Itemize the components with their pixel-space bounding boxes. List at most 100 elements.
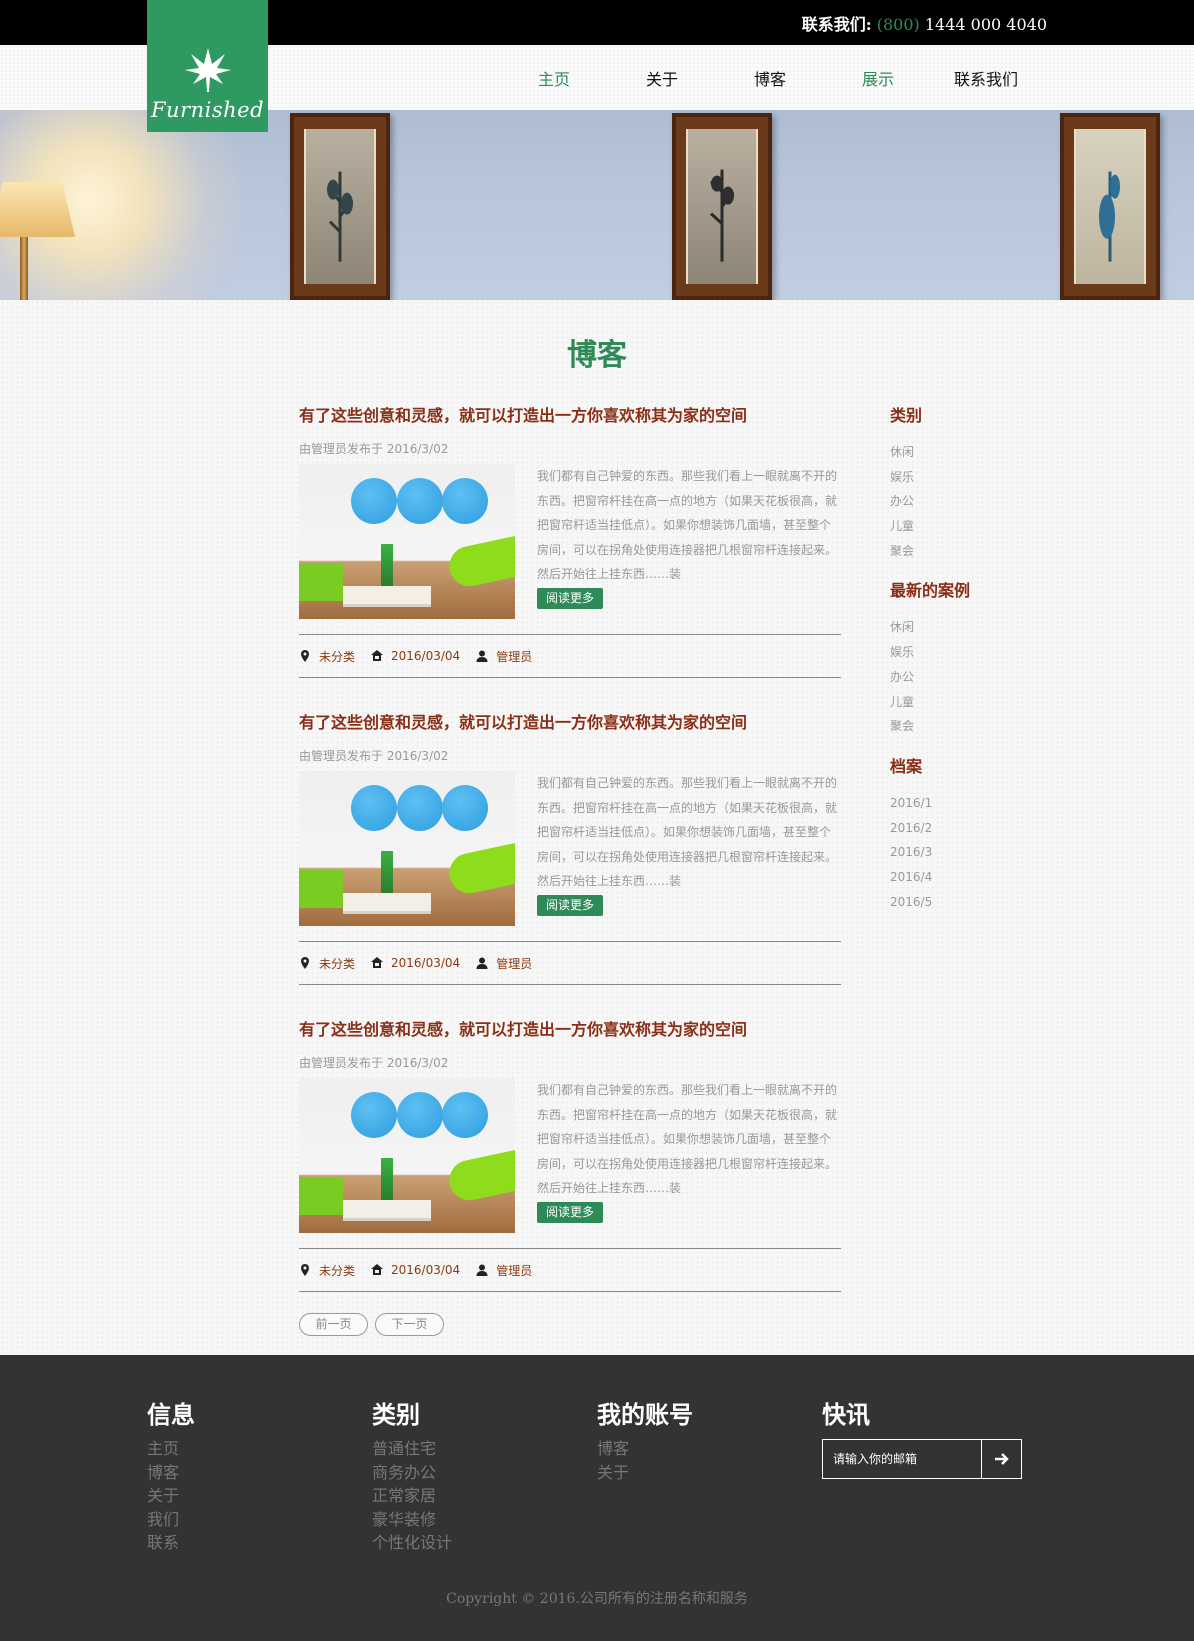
nav-home[interactable]: 主页 bbox=[500, 66, 608, 90]
meta-author[interactable]: 管理员 bbox=[476, 648, 532, 665]
sidebar-archive-title: 档案 bbox=[890, 756, 923, 776]
blog-post: 有了这些创意和灵感，就可以打造出一方你喜欢称其为家的空间 由管理员发布于 201… bbox=[299, 398, 841, 705]
meta-category[interactable]: 未分类 bbox=[299, 1262, 355, 1279]
nav-about[interactable]: 关于 bbox=[608, 66, 716, 90]
sidebar-category-item[interactable]: 聚会 bbox=[890, 539, 1090, 564]
footer: 信息 主页 博客 关于 我们 联系 类别 普通住宅 商务办公 正常家居 豪华装修… bbox=[0, 1355, 1194, 1641]
sidebar-latest-item[interactable]: 聚会 bbox=[890, 714, 1090, 739]
home-icon bbox=[371, 1264, 384, 1275]
meta-author[interactable]: 管理员 bbox=[476, 955, 532, 972]
post-meta: 未分类 2016/03/04 管理员 bbox=[299, 634, 841, 678]
footer-link[interactable]: 关于 bbox=[147, 1484, 195, 1508]
picture-frame bbox=[1060, 113, 1160, 300]
footer-account-column: 我的账号 博客 关于 bbox=[597, 1395, 693, 1484]
read-more-button[interactable]: 阅读更多 bbox=[537, 895, 604, 916]
read-more-button[interactable]: 阅读更多 bbox=[537, 588, 604, 609]
meta-category-label: 未分类 bbox=[319, 956, 356, 971]
sidebar-archive-item[interactable]: 2016/1 bbox=[890, 791, 1090, 816]
post-body: 我们都有自己钟爱的东西。那些我们看上一眼就离不开的东西。把窗帘杆挂在高一点的地方… bbox=[299, 771, 841, 939]
nav-blog[interactable]: 博客 bbox=[716, 66, 824, 90]
read-more-button[interactable]: 阅读更多 bbox=[537, 1202, 604, 1223]
plant-art bbox=[1099, 171, 1120, 262]
meta-author[interactable]: 管理员 bbox=[476, 1262, 532, 1279]
banner-image bbox=[0, 110, 1194, 300]
contact-number: 1444 000 4040 bbox=[924, 15, 1047, 34]
meta-author-label: 管理员 bbox=[496, 956, 533, 971]
map-pin-icon bbox=[301, 957, 309, 969]
meta-category-label: 未分类 bbox=[319, 649, 356, 664]
meta-category[interactable]: 未分类 bbox=[299, 955, 355, 972]
sidebar-archive-item[interactable]: 2016/4 bbox=[890, 865, 1090, 890]
subscribe-button[interactable] bbox=[981, 1440, 1021, 1478]
post-title[interactable]: 有了这些创意和灵感，就可以打造出一方你喜欢称其为家的空间 bbox=[299, 1012, 841, 1048]
footer-link[interactable]: 豪华装修 bbox=[372, 1508, 452, 1532]
map-pin-icon bbox=[301, 1264, 309, 1276]
meta-author-label: 管理员 bbox=[496, 1263, 533, 1278]
sidebar-category-item[interactable]: 儿童 bbox=[890, 514, 1090, 539]
home-icon bbox=[371, 650, 384, 661]
sidebar-latest-title: 最新的案例 bbox=[890, 581, 971, 601]
post-excerpt: 我们都有自己钟爱的东西。那些我们看上一眼就离不开的东西。把窗帘杆挂在高一点的地方… bbox=[537, 469, 838, 581]
blog-post: 有了这些创意和灵感，就可以打造出一方你喜欢称其为家的空间 由管理员发布于 201… bbox=[299, 1012, 841, 1319]
footer-link[interactable]: 联系 bbox=[147, 1531, 195, 1555]
lamp-stand bbox=[20, 237, 28, 300]
footer-link[interactable]: 正常家居 bbox=[372, 1484, 452, 1508]
footer-link[interactable]: 普通住宅 bbox=[372, 1437, 452, 1461]
footer-info-column: 信息 主页 博客 关于 我们 联系 bbox=[147, 1395, 195, 1555]
arrow-right-icon bbox=[994, 1453, 1009, 1465]
copyright: Copyright © 2016.公司所有的注册名称和服务 bbox=[446, 1591, 748, 1607]
footer-link[interactable]: 商务办公 bbox=[372, 1461, 452, 1485]
user-icon bbox=[476, 1264, 488, 1276]
sidebar-latest-item[interactable]: 儿童 bbox=[890, 690, 1090, 715]
post-byline: 由管理员发布于 2016/3/02 bbox=[299, 1056, 449, 1070]
sidebar-categories-title: 类别 bbox=[890, 406, 923, 425]
sidebar: 类别 休闲 娱乐 办公 儿童 聚会 最新的案例 休闲 娱乐 办公 儿童 聚会 档… bbox=[890, 398, 1090, 924]
footer-account-title: 我的账号 bbox=[597, 1400, 693, 1429]
email-input[interactable]: 请输入你的邮箱 bbox=[823, 1440, 981, 1478]
post-title[interactable]: 有了这些创意和灵感，就可以打造出一方你喜欢称其为家的空间 bbox=[299, 398, 841, 434]
main-nav: 主页 关于 博客 展示 联系我们 bbox=[500, 45, 1040, 110]
meta-category[interactable]: 未分类 bbox=[299, 648, 355, 665]
sidebar-category-item[interactable]: 娱乐 bbox=[890, 465, 1090, 490]
sidebar-latest: 休闲 娱乐 办公 儿童 聚会 bbox=[890, 615, 1090, 738]
nav-contact[interactable]: 联系我们 bbox=[932, 66, 1040, 90]
sidebar-latest-item[interactable]: 休闲 bbox=[890, 615, 1090, 640]
nav-gallery[interactable]: 展示 bbox=[824, 66, 932, 90]
footer-news-column: 快讯 bbox=[822, 1395, 870, 1437]
post-thumbnail[interactable] bbox=[299, 464, 515, 619]
sidebar-category-item[interactable]: 办公 bbox=[890, 489, 1090, 514]
footer-categories-title: 类别 bbox=[372, 1400, 420, 1429]
meta-date-label: 2016/03/04 bbox=[391, 956, 461, 970]
post-thumbnail[interactable] bbox=[299, 1078, 515, 1233]
picture-frame bbox=[290, 113, 390, 300]
logo[interactable]: Furnished bbox=[147, 0, 268, 132]
post-list: 有了这些创意和灵感，就可以打造出一方你喜欢称其为家的空间 由管理员发布于 201… bbox=[299, 398, 841, 1319]
footer-link[interactable]: 我们 bbox=[147, 1508, 195, 1532]
sidebar-category-item[interactable]: 休闲 bbox=[890, 440, 1090, 465]
footer-link[interactable]: 博客 bbox=[597, 1437, 693, 1461]
lamp-shade bbox=[0, 182, 75, 237]
post-excerpt: 我们都有自己钟爱的东西。那些我们看上一眼就离不开的东西。把窗帘杆挂在高一点的地方… bbox=[537, 776, 838, 888]
meta-date-label: 2016/03/04 bbox=[391, 1263, 461, 1277]
post-body: 我们都有自己钟爱的东西。那些我们看上一眼就离不开的东西。把窗帘杆挂在高一点的地方… bbox=[299, 1078, 841, 1246]
sidebar-archive-item[interactable]: 2016/3 bbox=[890, 840, 1090, 865]
sidebar-latest-item[interactable]: 办公 bbox=[890, 665, 1090, 690]
next-page-button[interactable]: 下一页 bbox=[375, 1313, 444, 1336]
newsletter-form: 请输入你的邮箱 bbox=[822, 1439, 1022, 1479]
sidebar-archive-item[interactable]: 2016/2 bbox=[890, 816, 1090, 841]
footer-link[interactable]: 关于 bbox=[597, 1461, 693, 1485]
footer-news-title: 快讯 bbox=[822, 1400, 870, 1429]
user-icon bbox=[476, 957, 488, 969]
sidebar-archive: 2016/1 2016/2 2016/3 2016/4 2016/5 bbox=[890, 791, 1090, 914]
sidebar-latest-item[interactable]: 娱乐 bbox=[890, 640, 1090, 665]
sidebar-archive-item[interactable]: 2016/5 bbox=[890, 890, 1090, 915]
post-title[interactable]: 有了这些创意和灵感，就可以打造出一方你喜欢称其为家的空间 bbox=[299, 705, 841, 741]
footer-link[interactable]: 博客 bbox=[147, 1461, 195, 1485]
prev-page-button[interactable]: 前一页 bbox=[299, 1313, 368, 1336]
post-thumbnail[interactable] bbox=[299, 771, 515, 926]
footer-link[interactable]: 个性化设计 bbox=[372, 1531, 452, 1555]
home-icon bbox=[371, 957, 384, 968]
post-excerpt: 我们都有自己钟爱的东西。那些我们看上一眼就离不开的东西。把窗帘杆挂在高一点的地方… bbox=[537, 1083, 838, 1195]
footer-link[interactable]: 主页 bbox=[147, 1437, 195, 1461]
meta-date: 2016/03/04 bbox=[371, 956, 460, 970]
